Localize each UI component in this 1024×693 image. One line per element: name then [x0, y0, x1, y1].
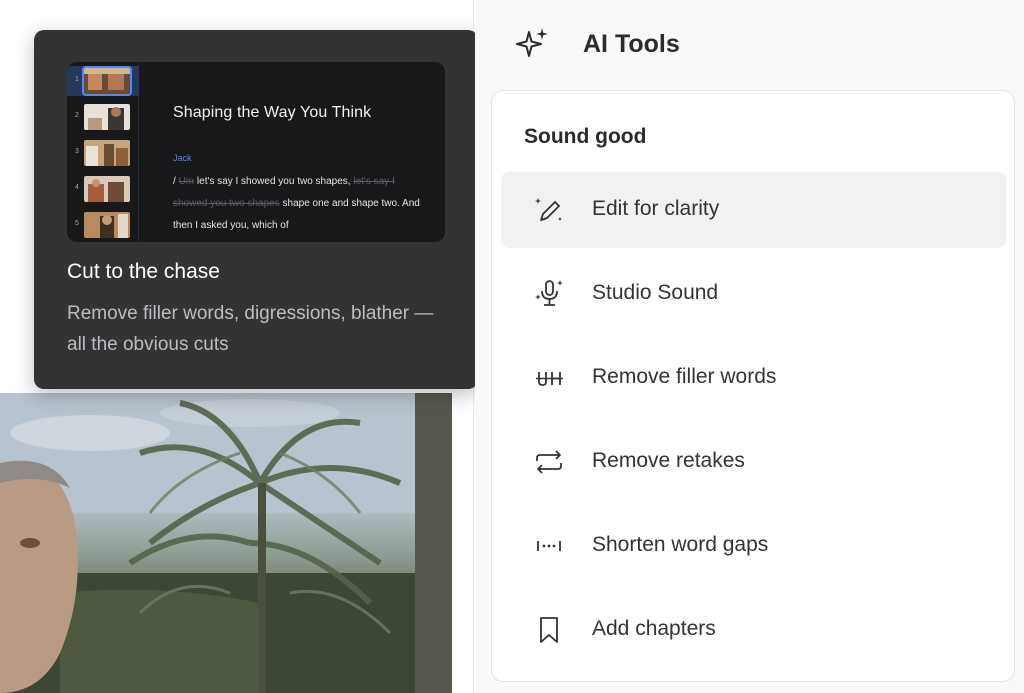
- scene-thumbnail-image: [82, 66, 132, 96]
- tools-card: Sound good Edit for clarity Studio Sound…: [491, 90, 1015, 682]
- scene-thumbnail: 1: [67, 66, 139, 96]
- scene-number: 1: [75, 76, 79, 83]
- tooltip-title: Cut to the chase: [67, 260, 220, 283]
- scene-number: 5: [75, 220, 79, 227]
- video-scene-image: [0, 393, 452, 693]
- ai-tools-panel: AI Tools Sound good Edit for clarity Stu…: [475, 0, 1024, 693]
- tooltip-preview: 1 2 3 4 5 Shaping the Way You Think Jack…: [67, 62, 445, 242]
- tool-studio-sound[interactable]: Studio Sound: [501, 256, 1006, 332]
- video-preview[interactable]: [0, 393, 452, 693]
- tool-add-chapters[interactable]: Add chapters: [501, 592, 1006, 668]
- tool-shorten-word-gaps[interactable]: Shorten word gaps: [501, 508, 1006, 584]
- scene-thumbnail-image: [84, 140, 130, 166]
- strikethrough-tally-icon: [536, 372, 563, 386]
- tool-label: Edit for clarity: [592, 197, 720, 220]
- tool-label: Remove filler words: [592, 365, 777, 388]
- repeat-arrows-icon: [536, 450, 562, 474]
- gap-dots-icon: [537, 541, 561, 551]
- scene-thumbnail-image: [84, 176, 130, 202]
- scene-number: 2: [75, 112, 79, 119]
- section-heading: Sound good: [524, 125, 647, 148]
- scene-thumbnail: 2: [67, 102, 139, 132]
- scene-thumbnail-image: [84, 212, 130, 238]
- sparkle-microphone-icon: [535, 280, 563, 306]
- scene-number: 4: [75, 184, 79, 191]
- scene-thumbnail: 3: [67, 138, 139, 168]
- transcript-word: let's say I showed you two shapes,: [196, 176, 351, 187]
- sparkle-icon: [516, 28, 548, 57]
- bookmark-icon: [540, 617, 558, 643]
- scene-thumbnails: 1 2 3 4 5: [67, 62, 139, 242]
- tool-label: Shorten word gaps: [592, 533, 769, 556]
- removed-word: Um: [178, 176, 195, 187]
- speaker-label: Jack: [173, 153, 192, 163]
- scene-number: 3: [75, 148, 79, 155]
- tool-tooltip: 1 2 3 4 5 Shaping the Way You Think Jack…: [34, 30, 478, 389]
- tool-remove-filler-words[interactable]: Remove filler words: [501, 340, 1006, 416]
- magic-pen-icon: [535, 198, 562, 221]
- tooltip-description: Remove filler words, digressions, blathe…: [67, 303, 434, 355]
- transcript-marker: /: [173, 176, 176, 187]
- scene-thumbnail: 4: [67, 174, 139, 204]
- preview-title: Shaping the Way You Think: [173, 104, 372, 121]
- panel-header: AI Tools: [475, 0, 1024, 90]
- app-window: 1 2 3 4 5 Shaping the Way You Think Jack…: [0, 0, 1024, 693]
- tool-edit-for-clarity[interactable]: Edit for clarity: [501, 172, 1006, 248]
- scene-thumbnail: 5: [67, 210, 139, 240]
- panel-title: AI Tools: [583, 30, 680, 58]
- tool-label: Add chapters: [592, 617, 716, 640]
- tool-label: Studio Sound: [592, 281, 719, 304]
- transcript-text: / Um let's say I showed you two shapes, …: [173, 171, 423, 237]
- scene-thumbnail-image: [84, 104, 130, 130]
- tool-label: Remove retakes: [592, 449, 745, 472]
- tool-remove-retakes[interactable]: Remove retakes: [501, 424, 1006, 500]
